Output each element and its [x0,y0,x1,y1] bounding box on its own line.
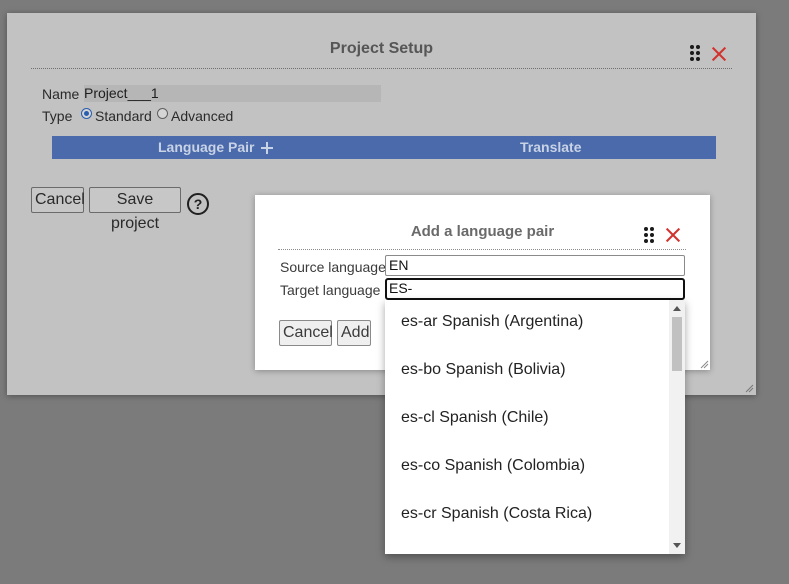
dropdown-option[interactable]: es-cl Spanish (Chile) [401,406,549,430]
dropdown-option[interactable]: es-ar Spanish (Argentina) [401,310,583,334]
column-translate: Translate [520,139,582,155]
target-language-input[interactable]: ES- [385,278,685,300]
title-divider [31,68,732,69]
dropdown-option[interactable]: es-cr Spanish (Costa Rica) [401,502,592,526]
dropdown-option[interactable]: es-co Spanish (Colombia) [401,454,585,478]
save-project-button[interactable]: Save project [89,187,181,232]
dropdown-scrollbar[interactable] [669,300,685,554]
type-standard-radio[interactable] [81,108,92,119]
add-pair-title: Add a language pair [410,223,555,240]
column-language-pair: Language Pair [158,139,255,155]
project-name-field[interactable]: Project___1 [84,85,381,102]
type-label: Type [42,108,73,124]
help-icon[interactable]: ? [187,193,209,215]
type-advanced-label[interactable]: Advanced [171,108,233,124]
source-language-label: Source language [280,259,386,275]
type-advanced-radio[interactable] [157,108,168,119]
resize-handle-icon[interactable] [699,359,709,369]
type-standard-label[interactable]: Standard [95,108,152,124]
drag-handle-icon[interactable] [644,227,656,243]
dropdown-option[interactable]: es-bo Spanish (Bolivia) [401,358,566,382]
scrollbar-thumb[interactable] [672,317,682,371]
add-language-pair-icon[interactable] [261,142,273,154]
title-divider [278,249,686,250]
name-label: Name [42,86,80,102]
close-icon[interactable] [665,227,681,243]
cancel-button[interactable]: Cancel [31,187,85,213]
resize-handle-icon[interactable] [744,383,754,393]
language-pair-table-header: Language Pair Translate [52,136,716,159]
target-language-dropdown[interactable]: es-ar Spanish (Argentina) es-bo Spanish … [385,300,685,554]
add-button[interactable]: Add [337,320,371,346]
close-icon[interactable] [711,46,727,62]
source-language-input[interactable]: EN [385,255,685,276]
drag-handle-icon[interactable] [690,45,702,61]
project-setup-title: Project Setup [329,40,434,57]
target-language-label: Target language [280,282,381,298]
scroll-down-icon[interactable] [673,543,681,548]
cancel-button[interactable]: Cancel [279,320,333,346]
scroll-up-icon[interactable] [673,306,681,311]
